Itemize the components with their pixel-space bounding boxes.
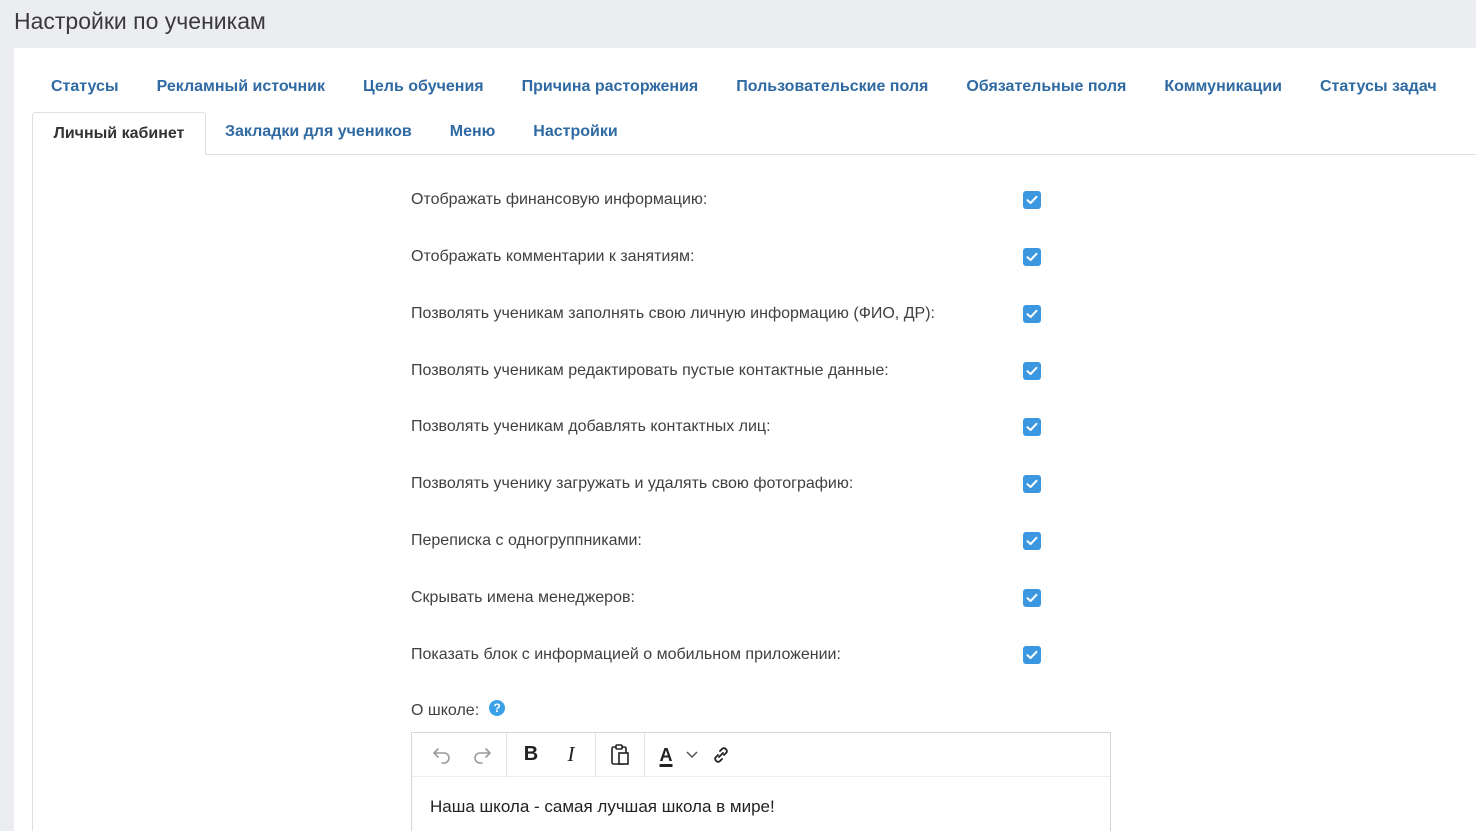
editor-toolbar: B I A [412, 732, 1110, 777]
tab-ad-source[interactable]: Рекламный источник [157, 78, 325, 96]
setting-label: Позволять ученикам добавлять контактных … [411, 418, 771, 435]
setting-label: Отображать финансовую информацию: [411, 191, 708, 208]
setting-checkbox[interactable] [1023, 475, 1041, 493]
setting-row: Отображать комментарии к занятиям: [411, 247, 1041, 267]
tab-student-bookmarks[interactable]: Закладки для учеников [225, 123, 412, 141]
tab-statuses[interactable]: Статусы [51, 78, 119, 96]
setting-row: Позволять ученикам добавлять контактных … [411, 417, 1041, 437]
page-title: Настройки по ученикам [14, 8, 266, 34]
text-color-letter: A [659, 744, 673, 765]
about-school-label-row: О школе: ? [411, 700, 506, 720]
setting-label: Позволять ученику загружать и удалять св… [411, 475, 854, 492]
redo-button[interactable] [462, 735, 502, 775]
toolbar-separator [644, 732, 645, 777]
setting-label: Отображать комментарии к занятиям: [411, 248, 695, 265]
setting-label: Позволять ученикам редактировать пустые … [411, 362, 889, 379]
text-color-button[interactable]: A [649, 735, 683, 775]
toolbar-separator [595, 732, 596, 777]
paste-button[interactable] [600, 735, 640, 775]
link-button[interactable] [701, 735, 741, 775]
setting-label: Позволять ученикам заполнять свою личную… [411, 305, 935, 322]
setting-checkbox[interactable] [1023, 646, 1041, 664]
setting-row: Позволять ученикам редактировать пустые … [411, 361, 1041, 381]
italic-button[interactable]: I [551, 735, 591, 775]
tabs-row-2: Закладки для учеников Меню Настройки [225, 123, 656, 141]
link-icon [714, 746, 728, 763]
tab-settings[interactable]: Настройки [533, 123, 617, 141]
setting-checkbox[interactable] [1023, 191, 1041, 209]
undo-icon [433, 747, 450, 764]
tab-divider [206, 154, 1476, 155]
setting-checkbox[interactable] [1023, 362, 1041, 380]
setting-row: Скрывать имена менеджеров: [411, 588, 1041, 608]
toolbar-separator [506, 732, 507, 777]
setting-row: Позволять ученикам заполнять свою личную… [411, 304, 1041, 324]
settings-panel: Статусы Рекламный источник Цель обучения… [14, 48, 1476, 831]
setting-checkbox[interactable] [1023, 589, 1041, 607]
setting-checkbox[interactable] [1023, 248, 1041, 266]
setting-label: Показать блок с информацией о мобильном … [411, 646, 841, 663]
tab-termination-reason[interactable]: Причина расторжения [522, 78, 699, 96]
bold-button[interactable]: B [511, 735, 551, 775]
content-border [32, 154, 33, 831]
redo-icon [474, 747, 491, 764]
tabs-row-1: Статусы Рекламный источник Цель обучения… [51, 78, 1437, 96]
about-school-label: О школе: [411, 702, 480, 719]
undo-button[interactable] [422, 735, 462, 775]
setting-checkbox[interactable] [1023, 418, 1041, 436]
tab-required-fields[interactable]: Обязательные поля [966, 78, 1126, 96]
help-icon[interactable]: ? [489, 700, 506, 716]
chevron-down-icon [686, 750, 698, 758]
setting-label: Переписка с одногруппниками: [411, 532, 642, 549]
setting-row: Показать блок с информацией о мобильном … [411, 645, 1041, 665]
setting-row: Позволять ученику загружать и удалять св… [411, 474, 1041, 494]
setting-label: Скрывать имена менеджеров: [411, 589, 635, 606]
tab-communications[interactable]: Коммуникации [1164, 78, 1282, 96]
editor-content[interactable]: Наша школа - самая лучшая школа в мире! [412, 777, 1110, 831]
clipboard-icon [611, 743, 629, 765]
tab-personal-account[interactable]: Личный кабинет [32, 112, 206, 155]
tab-custom-fields[interactable]: Пользовательские поля [736, 78, 928, 96]
setting-row: Переписка с одногруппниками: [411, 531, 1041, 551]
setting-checkbox[interactable] [1023, 532, 1041, 550]
rich-text-editor: B I A Наша школа - самая лучшая школа в … [411, 732, 1111, 831]
tab-learning-goal[interactable]: Цель обучения [363, 78, 484, 96]
setting-checkbox[interactable] [1023, 305, 1041, 323]
tab-menu[interactable]: Меню [450, 123, 496, 141]
setting-row: Отображать финансовую информацию: [411, 190, 1041, 210]
text-color-dropdown[interactable] [683, 735, 701, 775]
tab-task-statuses[interactable]: Статусы задач [1320, 78, 1437, 96]
